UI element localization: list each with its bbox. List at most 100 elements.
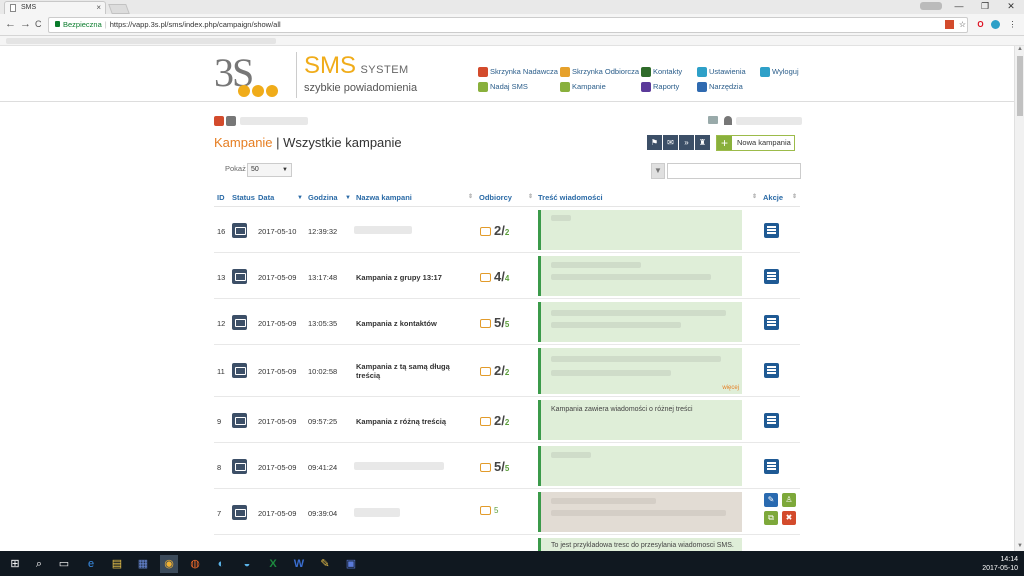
reload-icon[interactable]: C [35,19,42,29]
new-campaign-button[interactable]: + Nowa kampania [716,135,795,151]
details-button[interactable] [764,269,779,284]
filter-icon[interactable]: ▼ [651,163,665,179]
copy-icon[interactable]: ⧉ [764,511,778,525]
firefox-icon[interactable]: ◍ [186,555,204,573]
table-row[interactable]: 8 2017-05-09 09:41:24 5/5 [214,443,800,489]
table-row[interactable]: To jest przykladowa tresc do przesylania… [214,535,800,551]
menu-logout[interactable]: Wyloguj [760,67,799,77]
users-icon[interactable]: ♙ [782,493,796,507]
file-explorer-icon[interactable]: ▤ [108,555,126,573]
row-recipients[interactable]: 5/5 [480,459,509,474]
col-recipients[interactable]: Odbiorcy [479,193,512,202]
details-button[interactable] [764,223,779,238]
details-button[interactable] [764,315,779,330]
menu-send-sms[interactable]: Nadaj SMS [478,82,528,92]
search-input[interactable] [667,163,801,179]
title-campaigns[interactable]: Kampanie [214,135,273,150]
envelope-icon[interactable] [708,116,718,124]
close-window-button[interactable]: ✕ [1000,0,1022,13]
back-icon[interactable]: ← [5,18,16,30]
new-tab-button[interactable] [108,4,130,14]
logo[interactable]: 3S [214,53,294,98]
row-name-redacted [354,226,412,234]
scroll-thumb[interactable] [1017,56,1023,116]
col-content[interactable]: Treść wiadomości [538,193,603,202]
table-row[interactable]: 16 2017-05-10 12:39:32 2/2 [214,207,800,253]
col-id[interactable]: ID [217,193,225,202]
outbox-icon [478,67,488,77]
url-field[interactable]: Bezpieczna | https://vapp.3s.pl/sms/index.… [48,17,968,33]
col-date[interactable]: Data [258,193,274,202]
save-icon[interactable]: ▦ [134,555,152,573]
menu-outbox[interactable]: Skrzynka Nadawcza [478,67,558,77]
forward-campaign-icon[interactable]: » [679,135,694,150]
details-button[interactable] [764,413,779,428]
tab-sms[interactable]: SMS × [4,1,106,14]
opera-icon[interactable]: O [976,20,985,29]
profile-badge[interactable] [920,2,942,10]
windows-start-icon[interactable]: ⊞ [6,555,24,573]
tab-close-icon[interactable]: × [96,2,101,14]
row-recipients[interactable]: 4/4 [480,269,509,284]
row-recipients[interactable]: 2/2 [480,223,509,238]
system-clock[interactable]: 14:14 2017-05-10 [982,555,1018,573]
account-small-icon[interactable] [226,116,236,126]
extension-icon[interactable] [945,20,954,29]
row-recipients[interactable]: 5 [480,506,498,516]
table-row[interactable]: 11 2017-05-09 10:02:58 Kampania z tą sam… [214,345,800,397]
sort-date-icon[interactable]: ▼ [297,195,303,201]
details-button[interactable] [764,363,779,378]
bookmark-items[interactable] [6,38,276,44]
page-scrollbar[interactable]: ▲ ▼ [1014,46,1024,551]
scroll-down-icon[interactable]: ▼ [1015,543,1024,551]
edge-icon[interactable]: e [82,555,100,573]
table-row[interactable]: 9 2017-05-09 09:57:25 Kampania z różną t… [214,397,800,443]
table-row[interactable]: 7 2017-05-09 09:39:04 5 ✎ ♙ ⧉ ✖ [214,489,800,535]
tool-icon[interactable]: ✎ [316,555,334,573]
app-icon[interactable]: ◐ [212,555,230,573]
search-icon[interactable]: ⌕ [30,555,48,573]
chat-extension-icon[interactable] [991,20,1000,29]
chrome-icon[interactable]: ◉ [160,555,178,573]
details-button[interactable] [764,459,779,474]
table-row[interactable]: 12 2017-05-09 13:05:35 Kampania z kontak… [214,299,800,345]
edit-icon[interactable]: ✎ [764,493,778,507]
table-row[interactable]: 13 2017-05-09 13:17:48 Kampania z grupy … [214,253,800,299]
delete-icon[interactable]: ✖ [782,511,796,525]
menu-contacts[interactable]: Kontakty [641,67,682,77]
filter-campaign-icon[interactable]: ⚑ [647,135,662,150]
col-name[interactable]: Nazwa kampani [356,193,412,202]
row-recipients[interactable]: 2/2 [480,363,509,378]
sms-type-icon[interactable]: ✉ [663,135,678,150]
menu-icon[interactable]: ⋮ [1008,20,1017,29]
more-link[interactable]: więcej [722,385,739,391]
bookmark-star-icon[interactable]: ☆ [958,20,967,29]
scheduled-campaign-icon[interactable]: ♜ [695,135,710,150]
user-icon[interactable] [724,116,732,125]
sort-name-icon[interactable]: ⇕ [468,193,473,200]
sort-content-icon[interactable]: ⇕ [752,193,757,200]
forward-icon[interactable]: → [20,18,31,30]
sort-time-icon[interactable]: ▼ [345,195,351,201]
word-icon[interactable]: W [290,555,308,573]
menu-campaigns[interactable]: Kampanie [560,82,606,92]
row-recipients[interactable]: 2/2 [480,413,509,428]
menu-reports[interactable]: Raporty [641,82,679,92]
col-time[interactable]: Godzina [308,193,338,202]
col-status[interactable]: Status [232,193,255,202]
scroll-up-icon[interactable]: ▲ [1015,46,1024,54]
excel-icon[interactable]: X [264,555,282,573]
menu-tools[interactable]: Narzędzia [697,82,743,92]
task-view-icon[interactable]: ▭ [55,555,73,573]
app2-icon[interactable]: ◒ [238,555,256,573]
sort-recipients-icon[interactable]: ⇕ [528,193,533,200]
menu-inbox[interactable]: Skrzynka Odbiorcza [560,67,639,77]
maximize-button[interactable]: ❐ [974,0,996,13]
menu-settings[interactable]: Ustawienia [697,67,746,77]
page-size-select[interactable]: 50 ▼ [247,163,292,177]
minimize-button[interactable]: — [948,0,970,13]
app3-icon[interactable]: ▣ [342,555,360,573]
row-recipients[interactable]: 5/5 [480,315,509,330]
outbox-small-icon[interactable] [214,116,224,126]
sort-actions-icon[interactable]: ⇕ [792,193,797,200]
